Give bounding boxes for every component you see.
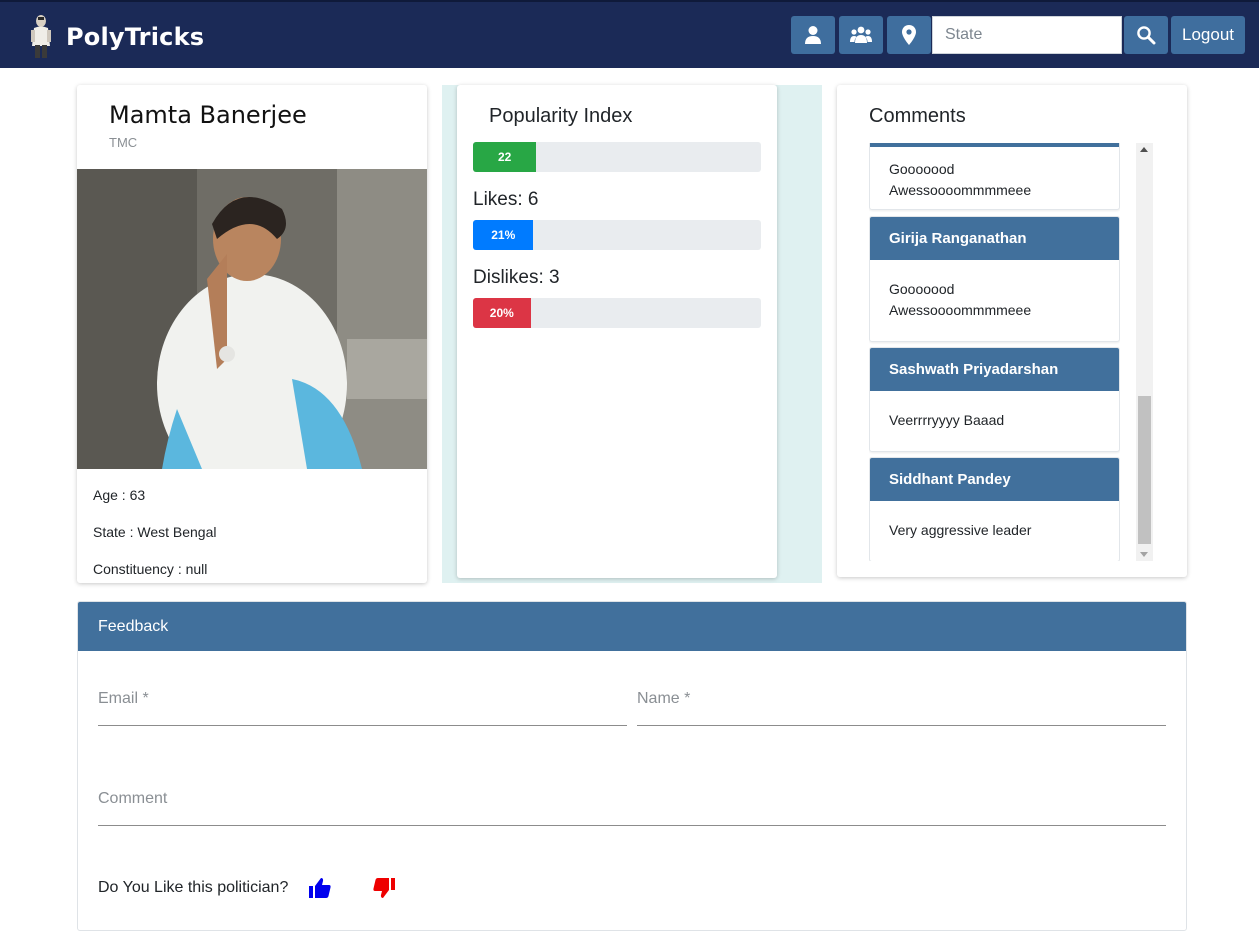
comment-author: Sashwath Priyadarshan <box>870 348 1119 391</box>
state-search-input[interactable] <box>932 16 1122 54</box>
comment-item: Sashwath Priyadarshan Veerrrryyyy Baaad <box>869 347 1120 452</box>
popularity-card: Popularity Index 22 Likes: 6 21% Dislike… <box>457 85 777 578</box>
popularity-title: Popularity Index <box>489 105 633 127</box>
brand-logo-icon <box>31 15 51 58</box>
navbar: PolyTricks Logout <box>0 0 1259 68</box>
feedback-title: Feedback <box>78 602 1186 651</box>
comment-text-line: Gooooood <box>889 161 955 177</box>
search-button[interactable] <box>1124 16 1168 54</box>
politician-photo <box>77 169 427 469</box>
comment-item: Girija Ranganathan Gooooood Awessoooommm… <box>869 216 1120 342</box>
user-icon <box>805 26 821 44</box>
users-group-icon <box>850 26 872 43</box>
like-question: Do You Like this politician? <box>98 879 289 896</box>
logout-button[interactable]: Logout <box>1171 16 1245 54</box>
comment-text-line: Veerrrryyyy Baaad <box>889 412 1005 428</box>
comment-text-line: Very aggressive leader <box>889 522 1032 538</box>
dislikes-fill: 20% <box>473 298 531 328</box>
constituency-info: Constituency : null <box>93 561 208 577</box>
popularity-index-bar: 22 <box>473 142 761 172</box>
likes-bar: 21% <box>473 220 761 250</box>
location-button[interactable] <box>887 16 931 54</box>
thumbs-up-icon[interactable] <box>308 876 332 900</box>
name-field[interactable]: Name * <box>637 690 1166 726</box>
comments-list[interactable]: Gooooood Awessoooommmmeee Girija Rangana… <box>869 143 1120 561</box>
comments-card: Comments Gooooood Awessoooommmmeee Girij… <box>837 85 1187 577</box>
dislikes-bar: 20% <box>473 298 761 328</box>
comment-field[interactable]: Comment <box>98 790 1166 826</box>
comment-item: Siddhant Pandey Very aggressive leader <box>869 457 1120 561</box>
brand-name: PolyTricks <box>66 23 205 51</box>
comments-title: Comments <box>869 105 966 127</box>
likes-caption: Likes: 6 <box>473 189 539 210</box>
brand[interactable]: PolyTricks <box>28 14 204 60</box>
scrollbar-thumb[interactable] <box>1138 396 1151 544</box>
comment-author: Siddhant Pandey <box>870 458 1119 501</box>
email-label: Email * <box>98 690 149 707</box>
politicians-button[interactable] <box>839 16 883 54</box>
politician-profile-card: Mamta Banerjee TMC Age : 63 State : West… <box>77 85 427 583</box>
age-info: Age : 63 <box>93 487 146 503</box>
scroll-up-icon[interactable] <box>1140 147 1148 152</box>
scroll-down-icon[interactable] <box>1140 552 1148 557</box>
likes-fill: 21% <box>473 220 534 250</box>
dislikes-caption: Dislikes: 3 <box>473 267 560 288</box>
politician-party: TMC <box>109 135 138 150</box>
name-label: Name * <box>637 690 691 707</box>
state-info: State : West Bengal <box>93 524 217 540</box>
thumbs-down-icon[interactable] <box>372 876 396 900</box>
politician-name: Mamta Banerjee <box>109 101 307 129</box>
comment-text-line: Awessoooommmmeee <box>889 182 1032 198</box>
comment-label: Comment <box>98 790 168 807</box>
comment-text-line: Awessoooommmmeee <box>889 302 1032 318</box>
comment-text-line: Gooooood <box>889 281 955 297</box>
email-field[interactable]: Email * <box>98 690 627 726</box>
profile-button[interactable] <box>791 16 835 54</box>
comment-item: Gooooood Awessoooommmmeee <box>869 143 1120 210</box>
feedback-panel: Feedback Email * Name * Comment Do You L… <box>77 601 1187 931</box>
location-pin-icon <box>902 25 916 45</box>
comments-scrollbar[interactable] <box>1136 143 1153 561</box>
comment-author: Girija Ranganathan <box>870 217 1119 260</box>
search-icon <box>1137 26 1156 45</box>
popularity-index-fill: 22 <box>473 142 537 172</box>
